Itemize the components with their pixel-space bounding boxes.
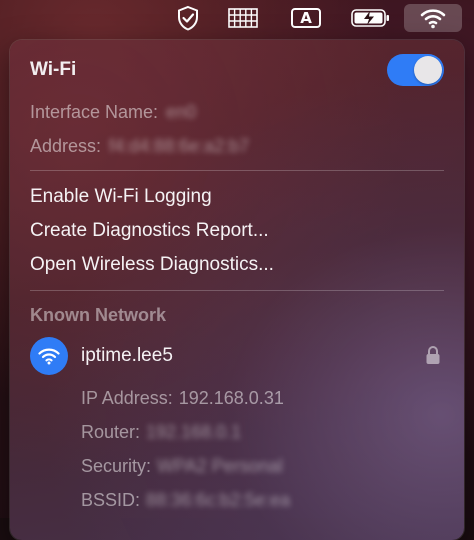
router-row: Router: 192.168.0.1 — [81, 422, 241, 443]
keyboard-grid-icon[interactable] — [226, 4, 260, 32]
separator — [30, 170, 444, 171]
battery-charging-icon[interactable] — [350, 4, 392, 32]
wifi-toggle[interactable] — [387, 54, 444, 86]
network-wifi-icon — [30, 337, 68, 375]
interface-name-value: en0 — [166, 102, 197, 122]
create-diagnostics-report-item[interactable]: Create Diagnostics Report... — [30, 220, 269, 242]
interface-name-row: Interface Name: en0 — [30, 102, 196, 123]
security-label: Security: — [81, 456, 152, 476]
wifi-toggle-knob — [414, 56, 442, 84]
wifi-title: Wi-Fi — [30, 59, 77, 80]
input-source-icon[interactable]: A — [289, 4, 323, 32]
security-row: Security: WPA2 Personal — [81, 456, 283, 477]
separator — [30, 290, 444, 291]
ip-address-label: IP Address: — [81, 388, 173, 408]
bssid-value: 88:36:6c:b2:5e:ea — [146, 490, 291, 510]
wifi-menu-panel: Wi-Fi Interface Name: en0 Address: f4:d4:8… — [10, 40, 464, 540]
network-name[interactable]: iptime.lee5 — [81, 345, 173, 367]
known-network-header: Known Network — [30, 305, 167, 325]
address-row: Address: f4:d4:88:6e:a2:b7 — [30, 136, 249, 157]
security-value: WPA2 Personal — [157, 456, 283, 476]
shield-check-icon[interactable] — [172, 4, 204, 32]
ip-address-row: IP Address: 192.168.0.31 — [81, 388, 284, 409]
router-value: 192.168.0.1 — [146, 422, 242, 442]
interface-name-label: Interface Name: — [30, 102, 159, 122]
open-wireless-diagnostics-item[interactable]: Open Wireless Diagnostics... — [30, 254, 274, 276]
menu-bar: A — [0, 0, 474, 36]
router-label: Router: — [81, 422, 141, 442]
bssid-label: BSSID: — [81, 490, 141, 510]
wifi-status-icon[interactable] — [404, 4, 462, 32]
enable-wifi-logging-item[interactable]: Enable Wi-Fi Logging — [30, 186, 212, 208]
ip-address-value: 192.168.0.31 — [178, 388, 284, 408]
address-label: Address: — [30, 136, 102, 156]
address-value: f4:d4:88:6e:a2:b7 — [109, 136, 250, 156]
lock-icon — [425, 345, 441, 370]
bssid-row: BSSID: 88:36:6c:b2:5e:ea — [81, 490, 290, 511]
input-source-letter: A — [291, 8, 321, 28]
